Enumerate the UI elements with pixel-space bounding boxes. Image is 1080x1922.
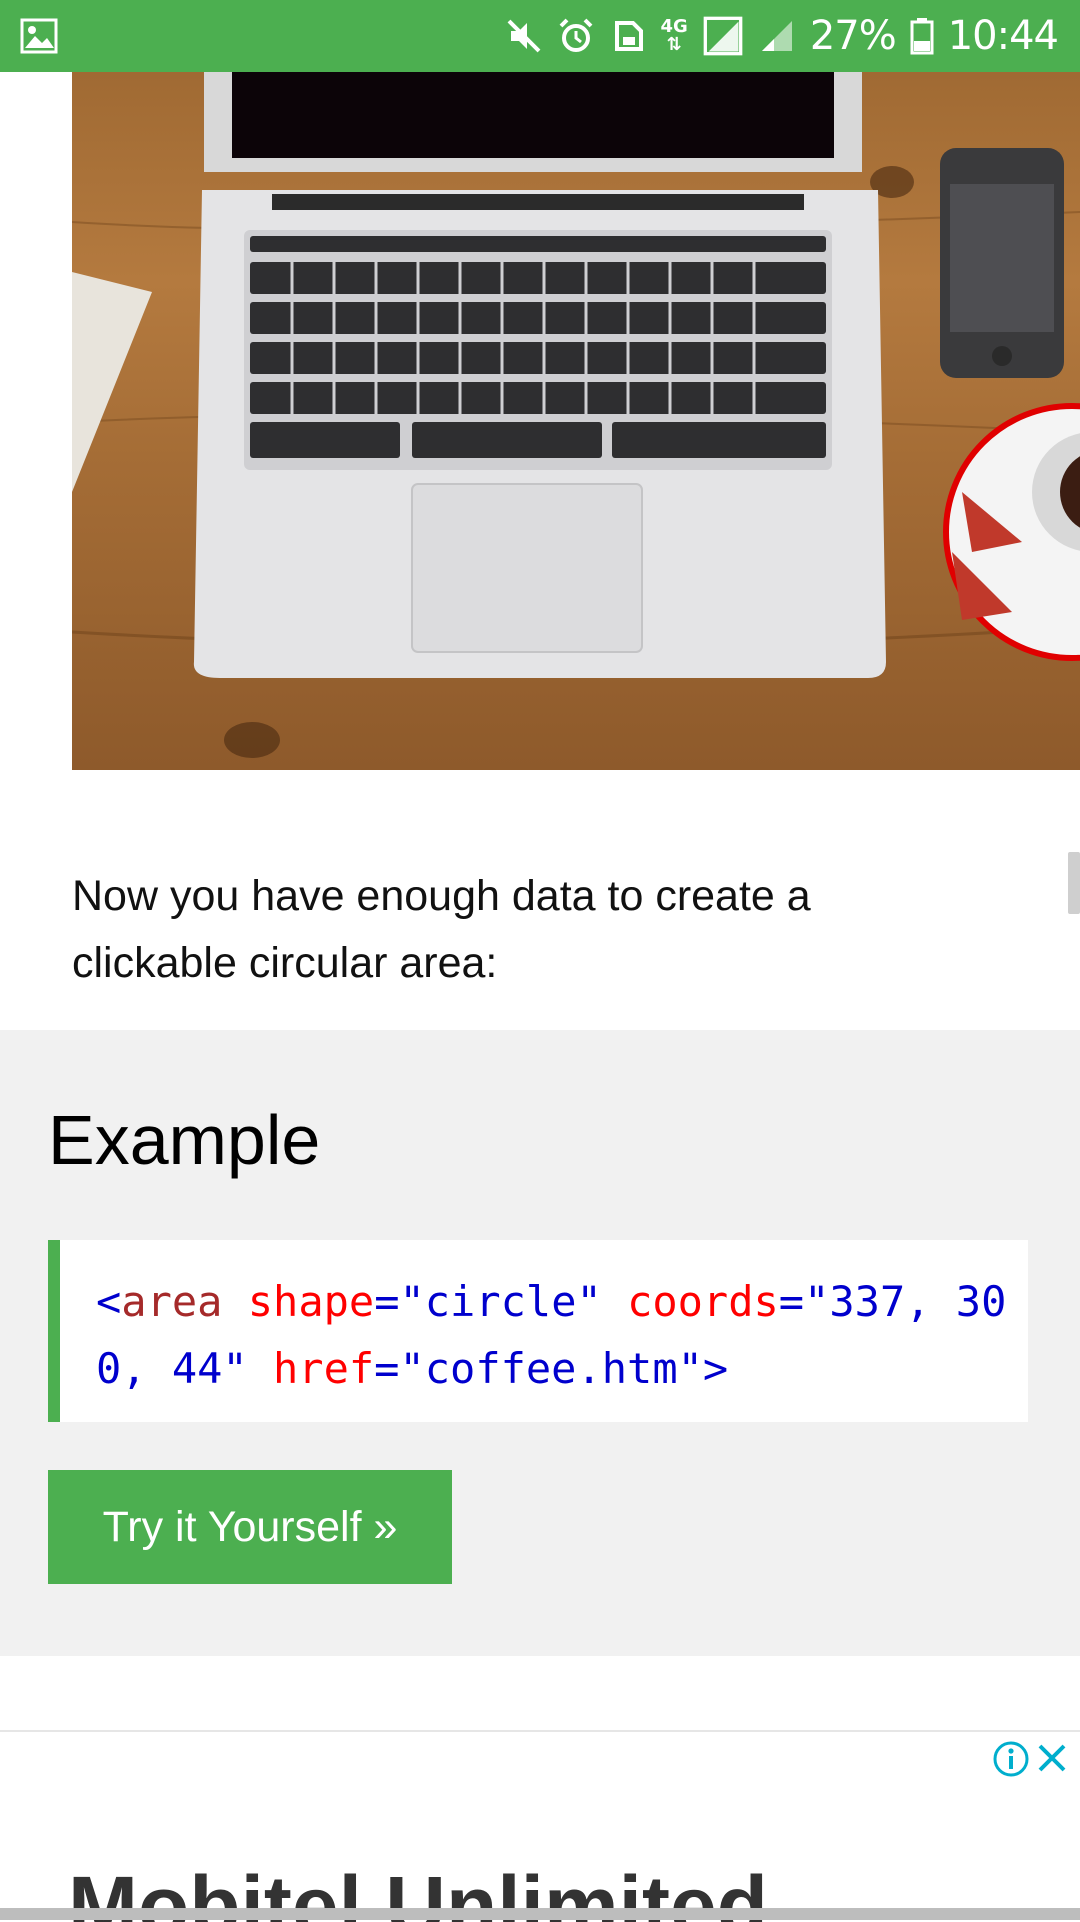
- code-open-bracket: <: [96, 1277, 122, 1326]
- scrollbar-thumb[interactable]: [1068, 852, 1080, 914]
- intro-text: Now you have enough data to create a cli…: [72, 872, 811, 987]
- battery-icon: [910, 18, 934, 55]
- alarm-icon: [559, 18, 592, 52]
- code-eq: =: [778, 1277, 805, 1326]
- code-eq: =: [374, 1277, 400, 1326]
- code-eq: =: [374, 1344, 400, 1393]
- network-4g-icon: 4G ⇅: [660, 16, 688, 55]
- mute-icon: [507, 19, 540, 53]
- ad-banner[interactable]: Mobitel Unlimited: [0, 1730, 1080, 1922]
- code-value-shape: "circle": [399, 1277, 602, 1326]
- status-icons: 4G ⇅ 27% 10:44: [505, 0, 1059, 72]
- code-attr-href: href: [273, 1344, 375, 1393]
- network-type-label: 4G: [660, 16, 688, 37]
- sync-icon: [614, 21, 643, 51]
- code-value-href: "coffee.htm": [399, 1344, 703, 1393]
- bottom-edge: [0, 1908, 1080, 1920]
- code-attr-shape: shape: [247, 1277, 375, 1326]
- clock-time: 10:44: [947, 13, 1059, 59]
- info-icon[interactable]: [992, 1740, 1030, 1778]
- code-example: <area shape="circle" coords="337, 300, 4…: [48, 1240, 1028, 1422]
- code-close-bracket: >: [702, 1344, 729, 1393]
- code-tag-name: area: [121, 1277, 223, 1326]
- status-bar: 4G ⇅ 27% 10:44: [0, 0, 1080, 72]
- signal-icon: [703, 16, 743, 56]
- battery-percent: 27%: [809, 13, 897, 59]
- example-title: Example: [48, 1101, 321, 1179]
- example-panel: Example <area shape="circle" coords="337…: [0, 1030, 1080, 1656]
- signal-weak-icon: [761, 21, 792, 51]
- try-it-yourself-button[interactable]: Try it Yourself »: [48, 1470, 452, 1584]
- close-icon[interactable]: [1034, 1740, 1070, 1776]
- gallery-icon: [20, 18, 58, 54]
- laptop-coffee-image[interactable]: [72, 72, 1080, 770]
- code-attr-coords: coords: [627, 1277, 779, 1326]
